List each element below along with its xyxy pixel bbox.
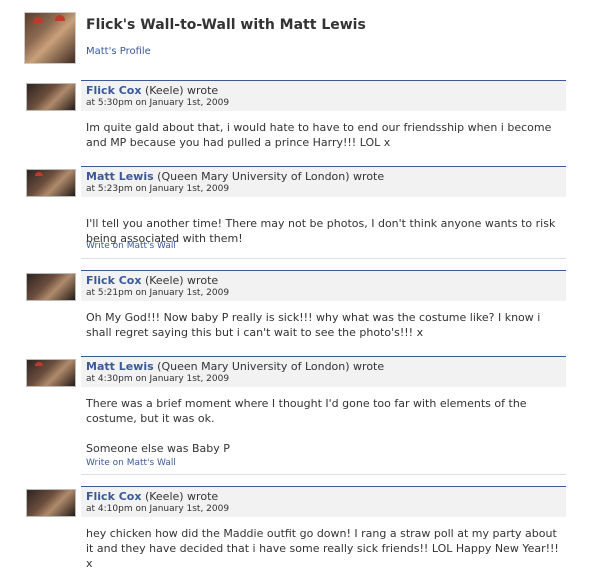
profile-link[interactable]: Matt's Profile (86, 46, 151, 57)
post-body: hey chicken how did the Maddie outfit go… (86, 526, 566, 571)
post-time: at 5:30pm on January 1st, 2009 (86, 98, 230, 108)
post-time: at 5:21pm on January 1st, 2009 (86, 288, 230, 298)
post-body: Im quite gald about that, i would hate t… (86, 120, 566, 150)
post-time: at 4:10pm on January 1st, 2009 (86, 504, 230, 514)
author-avatar[interactable] (26, 83, 76, 111)
post-header: Flick Cox (Keele) wrote at 4:10pm on Jan… (81, 486, 566, 517)
divider (81, 258, 566, 259)
write-on-wall-link[interactable]: Write on Matt's Wall (86, 241, 176, 251)
post-time: at 5:23pm on January 1st, 2009 (86, 184, 230, 194)
author-avatar[interactable] (26, 359, 76, 387)
author-name-link[interactable]: Flick Cox (86, 84, 141, 97)
post-header: Flick Cox (Keele) wrote at 5:21pm on Jan… (81, 270, 566, 301)
post-paragraph: Someone else was Baby P (86, 442, 230, 455)
author-avatar[interactable] (26, 489, 76, 517)
author-name-link[interactable]: Flick Cox (86, 274, 141, 287)
author-network: (Queen Mary University of London) wrote (157, 170, 385, 183)
author-network: (Keele) wrote (144, 84, 219, 97)
post-paragraph: There was a brief moment where I thought… (86, 397, 527, 425)
post-time: at 4:30pm on January 1st, 2009 (86, 374, 230, 384)
author-network: (Keele) wrote (144, 274, 219, 287)
author-name-link[interactable]: Matt Lewis (86, 170, 154, 183)
author-name-link[interactable]: Matt Lewis (86, 360, 154, 373)
post-header: Flick Cox (Keele) wrote at 5:30pm on Jan… (81, 80, 566, 111)
page-header: Flick's Wall-to-Wall with Matt Lewis Mat… (0, 0, 602, 64)
post-body: Oh My God!!! Now baby P really is sick!!… (86, 310, 566, 340)
post-paragraph: Im quite gald about that, i would hate t… (86, 121, 552, 149)
profile-photo[interactable] (24, 12, 76, 64)
post-paragraph: Oh My God!!! Now baby P really is sick!!… (86, 311, 541, 339)
post-paragraph: hey chicken how did the Maddie outfit go… (86, 527, 559, 570)
author-avatar[interactable] (26, 273, 76, 301)
write-on-wall-link[interactable]: Write on Matt's Wall (86, 458, 176, 468)
author-network: (Queen Mary University of London) wrote (157, 360, 385, 373)
page-title: Flick's Wall-to-Wall with Matt Lewis (86, 17, 366, 33)
author-name-link[interactable]: Flick Cox (86, 490, 141, 503)
divider (81, 474, 566, 475)
post-body: There was a brief moment where I thought… (86, 396, 566, 456)
author-avatar[interactable] (26, 169, 76, 197)
post-header: Matt Lewis (Queen Mary University of Lon… (81, 166, 566, 197)
author-network: (Keele) wrote (144, 490, 219, 503)
post-header: Matt Lewis (Queen Mary University of Lon… (81, 356, 566, 387)
